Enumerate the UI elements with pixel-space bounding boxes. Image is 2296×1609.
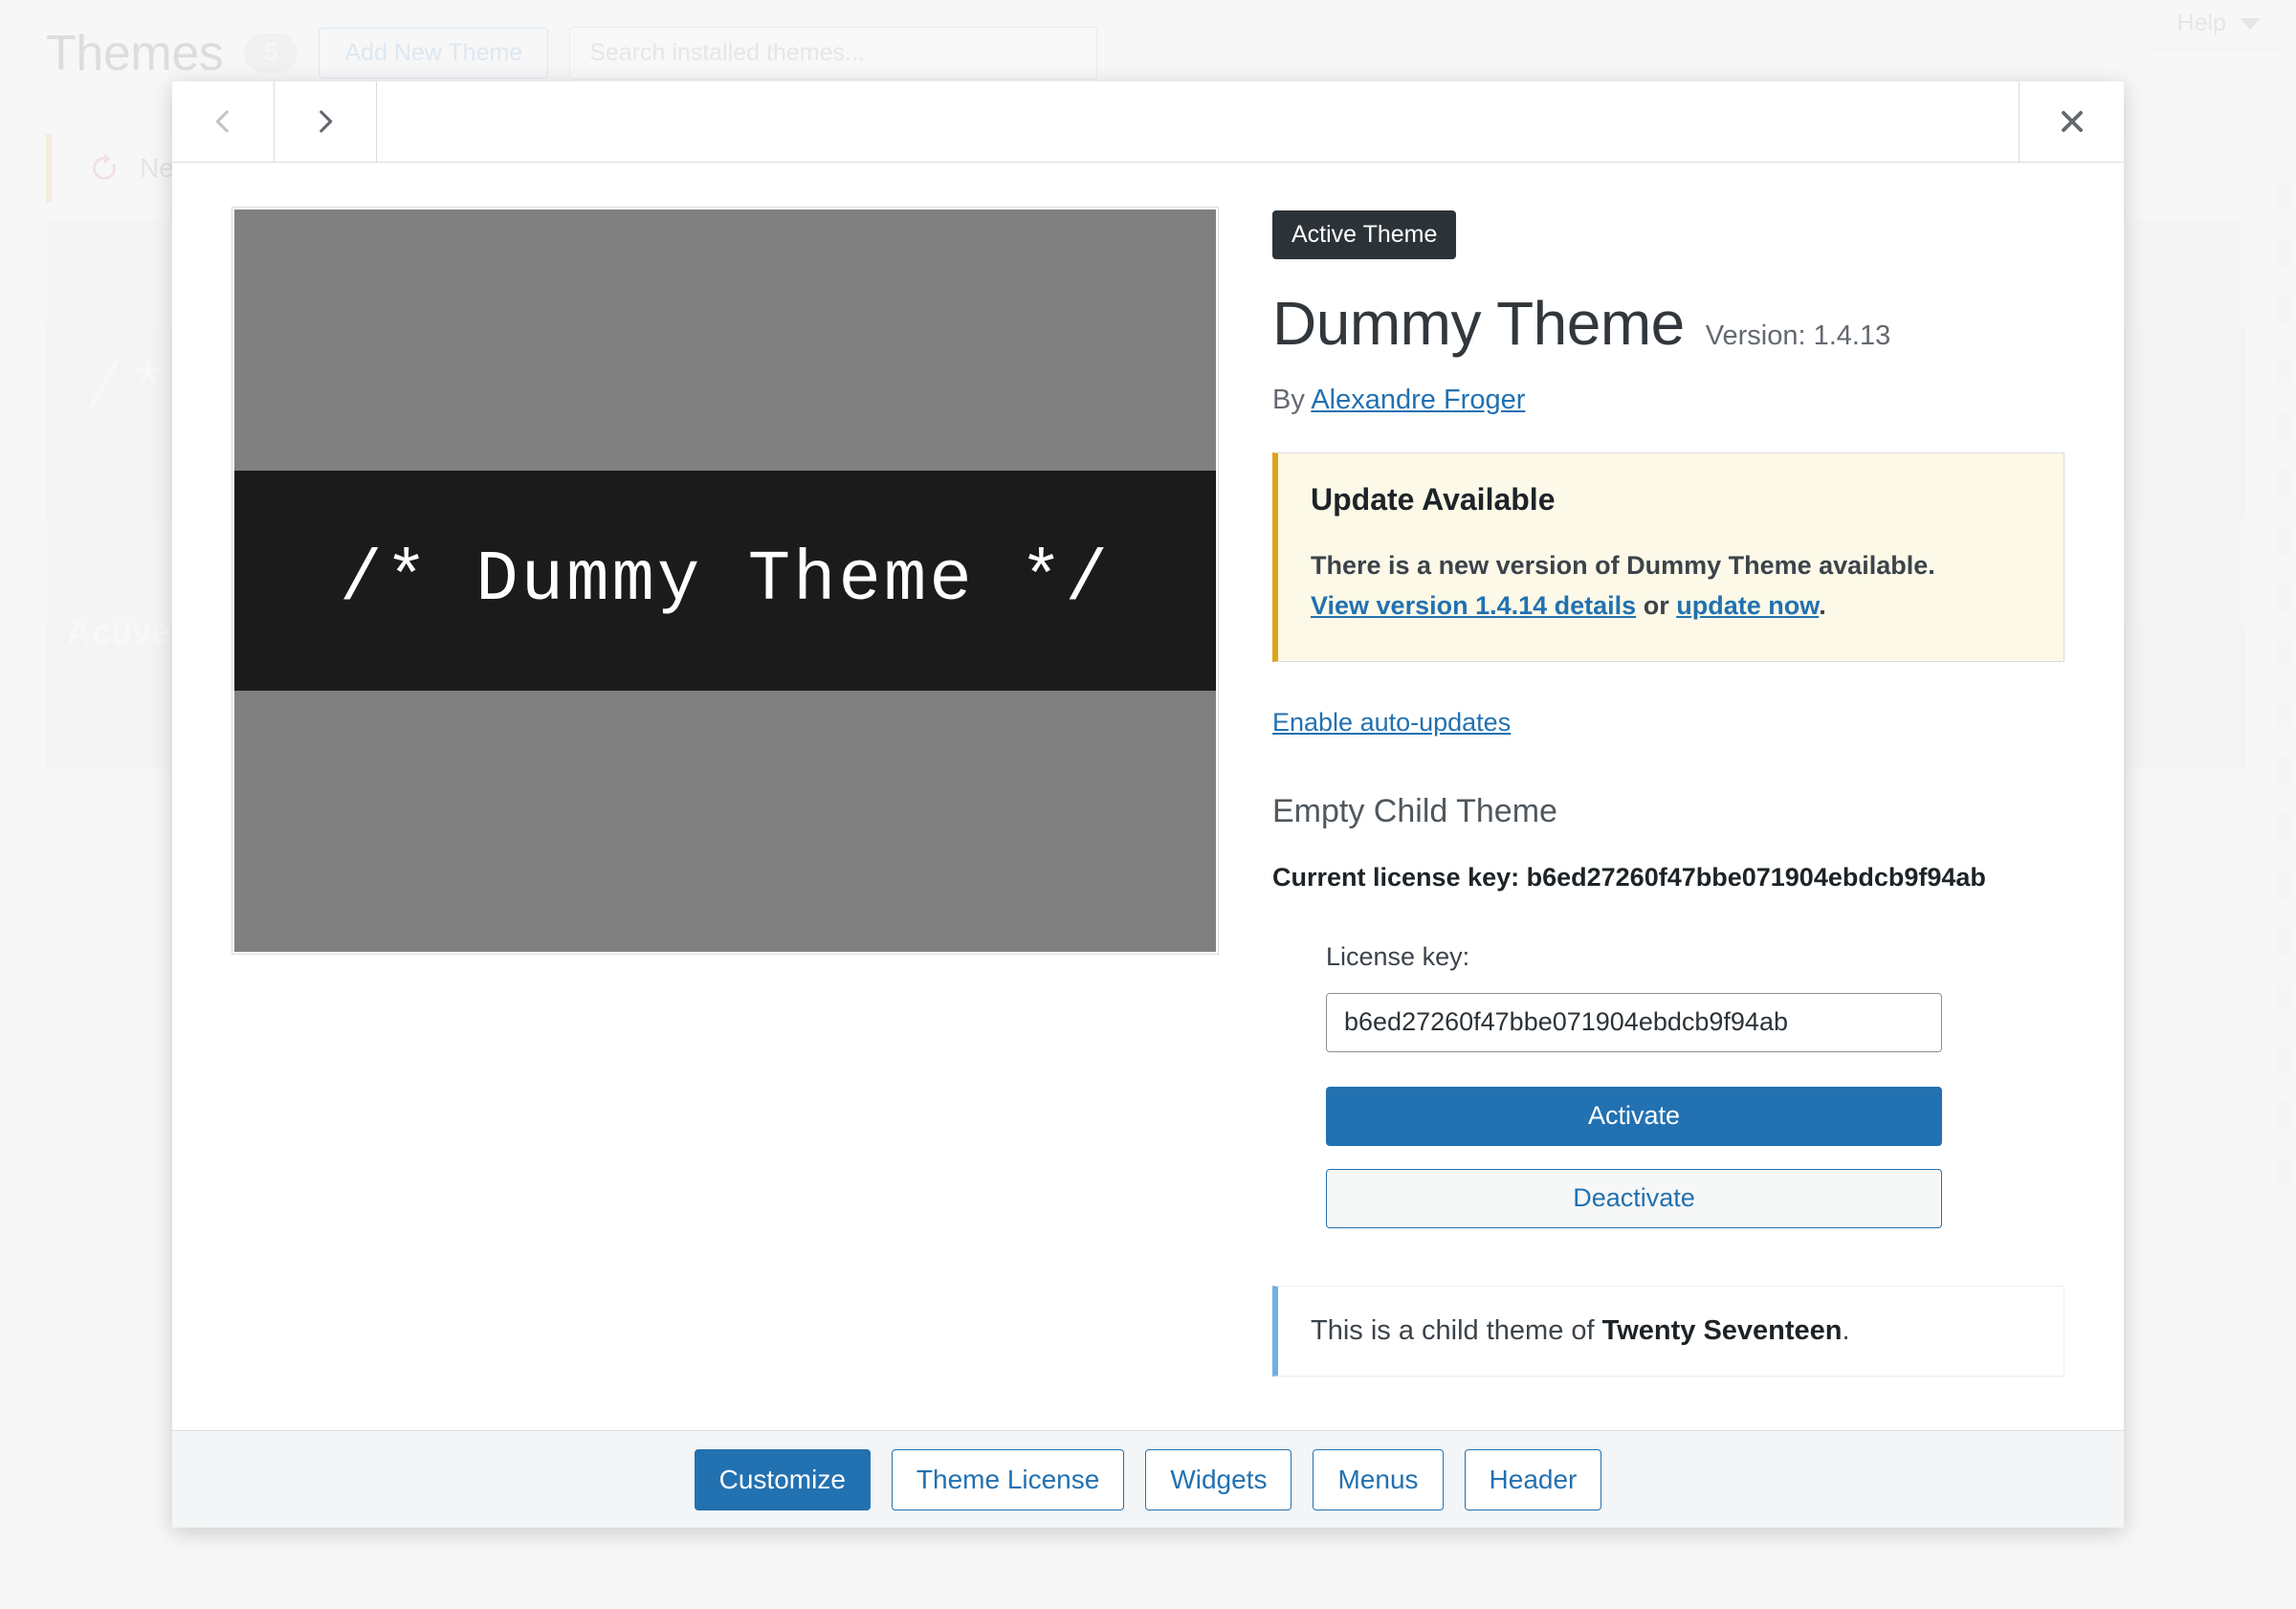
theme-info-panel: Active Theme Dummy Theme Version: 1.4.13… [1272,207,2064,1430]
header-spacer [377,81,2019,162]
theme-screenshot-image: /* Dummy Theme */ [234,209,1216,952]
theme-details-modal: /* Dummy Theme */ Active Theme Dummy The… [172,81,2124,1528]
modal-header [172,81,2124,163]
license-section-title: Empty Child Theme [1272,793,2064,830]
license-key-input[interactable] [1326,993,1942,1052]
close-icon[interactable] [2019,81,2124,162]
theme-author-link[interactable]: Alexandre Froger [1311,385,1525,415]
menus-button[interactable]: Menus [1313,1449,1443,1510]
modal-body: /* Dummy Theme */ Active Theme Dummy The… [172,163,2124,1430]
theme-name: Dummy Theme [1272,292,1685,356]
enable-auto-updates-link[interactable]: Enable auto-updates [1272,708,1511,738]
by-label: By [1272,385,1305,415]
current-license-key: Current license key: b6ed27260f47bbe0719… [1272,863,2064,893]
deactivate-license-button[interactable]: Deactivate [1326,1169,1942,1228]
or-text: or [1636,591,1676,620]
child-notice-prefix: This is a child theme of [1311,1315,1602,1346]
header-button[interactable]: Header [1465,1449,1602,1510]
license-key-label: License key: [1326,942,2064,972]
update-notice-body-line2: View version 1.4.14 details or update no… [1311,586,2031,627]
theme-version: Version: 1.4.13 [1706,320,1890,352]
view-version-details-link[interactable]: View version 1.4.14 details [1311,591,1636,620]
child-notice-suffix: . [1843,1315,1850,1346]
update-available-notice: Update Available There is a new version … [1272,452,2064,662]
theme-screenshot: /* Dummy Theme */ [232,207,1219,955]
status-badge: Active Theme [1272,210,1456,259]
child-theme-notice: This is a child theme of Twenty Seventee… [1272,1286,2064,1377]
update-notice-heading: Update Available [1311,482,2031,518]
theme-name-row: Dummy Theme Version: 1.4.13 [1272,292,2064,356]
license-form: License key: Activate Deactivate [1272,942,2064,1228]
update-now-link[interactable]: update now [1676,591,1819,620]
theme-author: By Alexandre Froger [1272,385,2064,416]
theme-screenshot-text: /* Dummy Theme */ [340,540,1111,621]
widgets-button[interactable]: Widgets [1145,1449,1292,1510]
theme-screenshot-band: /* Dummy Theme */ [234,471,1216,691]
customize-button[interactable]: Customize [695,1449,871,1510]
period: . [1819,591,1826,620]
theme-license-button[interactable]: Theme License [892,1449,1124,1510]
activate-license-button[interactable]: Activate [1326,1087,1942,1146]
parent-theme-name: Twenty Seventeen [1602,1315,1843,1346]
next-theme-button[interactable] [275,81,377,162]
previous-theme-button[interactable] [172,81,275,162]
modal-footer: Customize Theme License Widgets Menus He… [172,1430,2124,1528]
update-notice-body-line1: There is a new version of Dummy Theme av… [1311,546,2031,586]
